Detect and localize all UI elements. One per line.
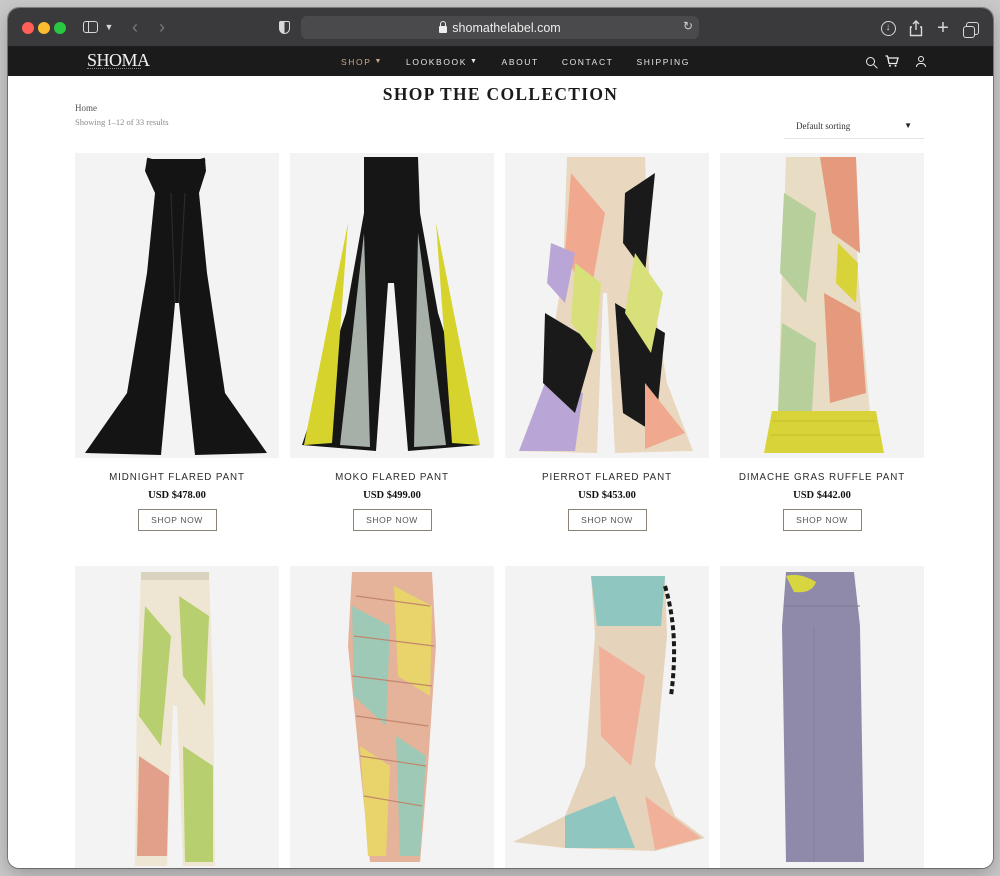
browser-toolbar: ▼ ‹ › shomathelabel.com ↻ ↓ + — [8, 8, 993, 47]
address-bar[interactable]: shomathelabel.com ↻ — [301, 16, 699, 39]
back-arrow-icon[interactable]: ‹ — [127, 16, 143, 38]
product-image[interactable] — [505, 153, 709, 458]
product-image[interactable] — [720, 566, 924, 868]
new-tab-icon[interactable]: + — [933, 17, 953, 39]
dropdown-caret-icon: ▼ — [904, 121, 912, 130]
shop-now-button[interactable]: SHOP NOW — [352, 509, 432, 531]
sort-select[interactable]: Default sorting ▼ — [784, 113, 924, 139]
product-price: USD $499.00 — [363, 490, 421, 501]
sidebar-toggle-icon[interactable] — [80, 16, 100, 38]
product-card[interactable] — [290, 566, 494, 868]
product-price: USD $478.00 — [148, 490, 206, 501]
close-window-button[interactable] — [22, 22, 34, 34]
tab-overview-icon[interactable] — [962, 17, 982, 39]
privacy-shield-icon[interactable] — [276, 16, 292, 38]
chevron-down-icon[interactable]: ▼ — [103, 16, 115, 38]
product-name[interactable]: DIMACHE GRAS RUFFLE PANT — [720, 472, 924, 483]
forward-arrow-icon[interactable]: › — [154, 16, 170, 38]
browser-window: ▼ ‹ › shomathelabel.com ↻ ↓ + SHOMA SHOP… — [8, 8, 993, 868]
product-price: USD $453.00 — [578, 490, 636, 501]
product-price: USD $442.00 — [793, 490, 851, 501]
sort-selected-value: Default sorting — [796, 120, 851, 131]
product-name[interactable]: MOKO FLARED PANT — [290, 472, 494, 483]
product-image[interactable] — [505, 566, 709, 868]
product-card[interactable]: PIERROT FLARED PANT USD $453.00 SHOP NOW — [505, 153, 709, 531]
product-image[interactable] — [75, 153, 279, 458]
product-image[interactable] — [75, 566, 279, 868]
shop-now-button[interactable]: SHOP NOW — [782, 509, 862, 531]
product-name[interactable]: PIERROT FLARED PANT — [505, 472, 709, 483]
share-icon[interactable] — [906, 17, 926, 39]
product-image[interactable] — [720, 153, 924, 458]
product-card[interactable]: MIDNIGHT FLARED PANT USD $478.00 SHOP NO… — [75, 153, 279, 531]
zoom-window-button[interactable] — [54, 22, 66, 34]
page-title: SHOP THE COLLECTION — [382, 84, 619, 104]
nav-lookbook[interactable]: LOOKBOOK ▼ — [406, 57, 479, 67]
nav-about[interactable]: ABOUT — [502, 57, 539, 67]
site-header: SHOMA SHOP ▼ LOOKBOOK ▼ ABOUT CONTACT SHIP… — [8, 47, 993, 76]
product-image[interactable] — [290, 566, 494, 868]
downloads-icon[interactable]: ↓ — [878, 17, 898, 39]
shop-page: SHOP THE COLLECTION Home Showing 1–12 of… — [8, 76, 993, 868]
lock-icon — [439, 21, 448, 33]
shop-now-button[interactable]: SHOP NOW — [567, 509, 647, 531]
minimize-window-button[interactable] — [38, 22, 50, 34]
chevron-down-icon: ▼ — [374, 58, 384, 65]
pant-shape — [85, 159, 267, 455]
product-name[interactable]: MIDNIGHT FLARED PANT — [75, 472, 279, 483]
nav-contact[interactable]: CONTACT — [562, 57, 614, 67]
product-image[interactable] — [290, 153, 494, 458]
chevron-down-icon: ▼ — [470, 58, 479, 65]
product-card[interactable] — [75, 566, 279, 868]
skirt-shape — [782, 572, 864, 862]
main-nav: SHOP ▼ LOOKBOOK ▼ ABOUT CONTACT SHIPPING — [341, 47, 713, 76]
nav-shipping[interactable]: SHIPPING — [636, 57, 689, 67]
result-count: Showing 1–12 of 33 results — [75, 117, 169, 127]
search-icon[interactable] — [863, 54, 877, 68]
shop-now-button[interactable]: SHOP NOW — [137, 509, 217, 531]
logo-tagline — [87, 68, 141, 70]
nav-shop[interactable]: SHOP ▼ — [341, 57, 383, 67]
product-card[interactable]: DIMACHE GRAS RUFFLE PANT USD $442.00 SHO… — [720, 153, 924, 531]
product-card[interactable]: MOKO FLARED PANT USD $499.00 SHOP NOW — [290, 153, 494, 531]
product-card[interactable] — [505, 566, 709, 868]
cart-icon[interactable] — [885, 54, 899, 68]
reload-icon[interactable]: ↻ — [683, 19, 693, 33]
breadcrumb-home[interactable]: Home — [75, 103, 97, 113]
url-text: shomathelabel.com — [452, 20, 561, 35]
account-icon[interactable] — [914, 54, 928, 68]
product-card[interactable] — [720, 566, 924, 868]
